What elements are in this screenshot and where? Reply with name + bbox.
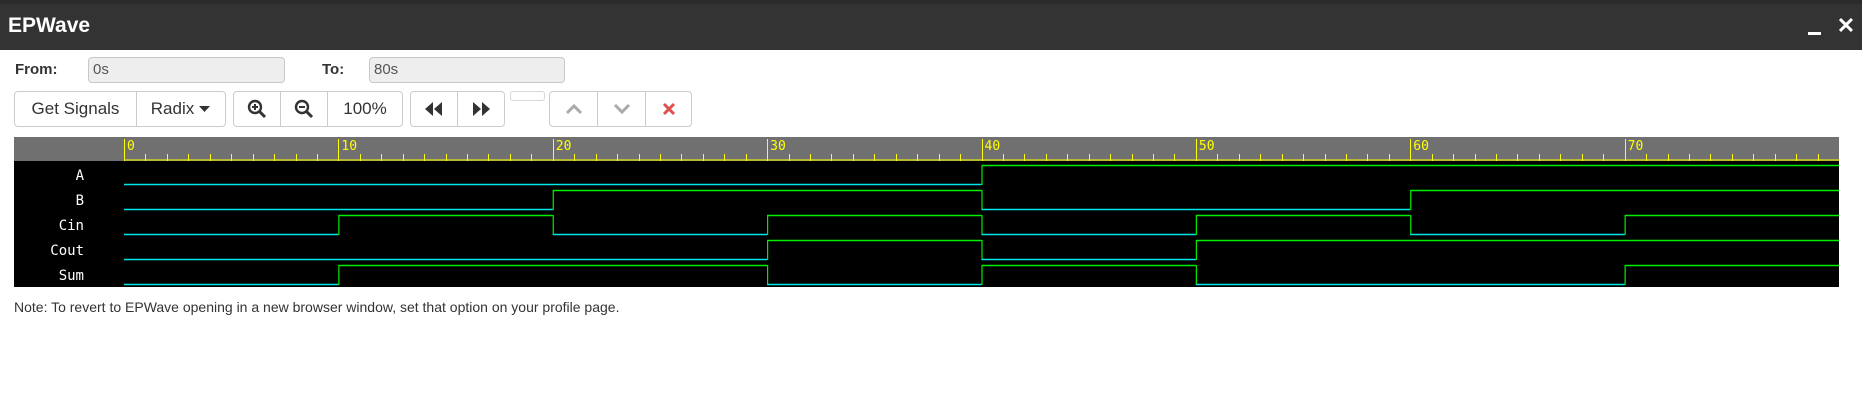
- remove-signal-button[interactable]: [646, 92, 691, 126]
- zoom-in-icon: [247, 99, 267, 119]
- window-titlebar: EPWave ✕: [0, 0, 1862, 50]
- signal-name-sum: Sum: [59, 268, 84, 284]
- radix-label: Radix: [150, 99, 195, 118]
- zoom-out-icon: [294, 99, 314, 119]
- from-field[interactable]: 0s: [88, 57, 285, 83]
- get-signals-button[interactable]: Get Signals: [15, 92, 137, 126]
- ruler-tick-label: 40: [985, 139, 1001, 154]
- to-field[interactable]: 80s: [369, 57, 565, 83]
- empty-toolbar-box: [510, 91, 545, 101]
- waveform-canvas[interactable]: 0 10 20 30 40 50 60 70 AB Cin Cout Sum: [14, 137, 1840, 287]
- chevron-up-icon: [565, 103, 582, 115]
- chevron-down-icon: [613, 103, 630, 115]
- zoom-in-button[interactable]: [234, 92, 281, 126]
- time-ruler: [14, 137, 1839, 161]
- zoom-level-button[interactable]: 100%: [328, 92, 402, 126]
- signal-order-button-group: [549, 91, 692, 127]
- ruler-tick-label: 50: [1199, 139, 1215, 154]
- ruler-tick-label: 30: [770, 139, 786, 154]
- from-label: From:: [15, 61, 58, 78]
- caret-down-icon: [199, 106, 211, 112]
- signal-name-cout: Cout: [50, 243, 84, 259]
- ruler-tick-label: 20: [556, 139, 572, 154]
- fast-backward-icon: [425, 102, 442, 116]
- close-icon: [662, 102, 675, 116]
- fast-forward-icon: [473, 102, 490, 116]
- next-edge-button[interactable]: [458, 92, 504, 126]
- ruler-tick-label: 70: [1628, 139, 1644, 154]
- move-signal-down-button[interactable]: [598, 92, 646, 126]
- move-signal-up-button[interactable]: [550, 92, 598, 126]
- zoom-out-button[interactable]: [281, 92, 328, 126]
- signal-name-cin: Cin: [59, 218, 84, 234]
- titlebar-strip: [0, 0, 1862, 4]
- minimize-icon: [1808, 32, 1821, 35]
- window-title: EPWave: [8, 14, 91, 37]
- signal-name-b: B: [76, 193, 84, 209]
- zoom-button-group: 100%: [233, 91, 403, 127]
- ruler-tick-label: 0: [127, 139, 135, 154]
- signal-name-a: A: [76, 168, 85, 184]
- signals-button-group: Get Signals Radix: [14, 91, 226, 127]
- ruler-tick-label: 60: [1413, 139, 1429, 154]
- navigate-button-group: [410, 91, 505, 127]
- close-window-button[interactable]: ✕: [1834, 12, 1858, 40]
- radix-dropdown[interactable]: Radix: [137, 92, 225, 126]
- ruler-tick-label: 10: [341, 139, 357, 154]
- to-label: To:: [322, 61, 345, 78]
- footer-note: Note: To revert to EPWave opening in a n…: [14, 299, 620, 315]
- previous-edge-button[interactable]: [411, 92, 458, 126]
- minimize-button[interactable]: [1803, 10, 1825, 40]
- waveform-panel[interactable]: 0 10 20 30 40 50 60 70 A B Cin Cout Sum: [14, 137, 1840, 287]
